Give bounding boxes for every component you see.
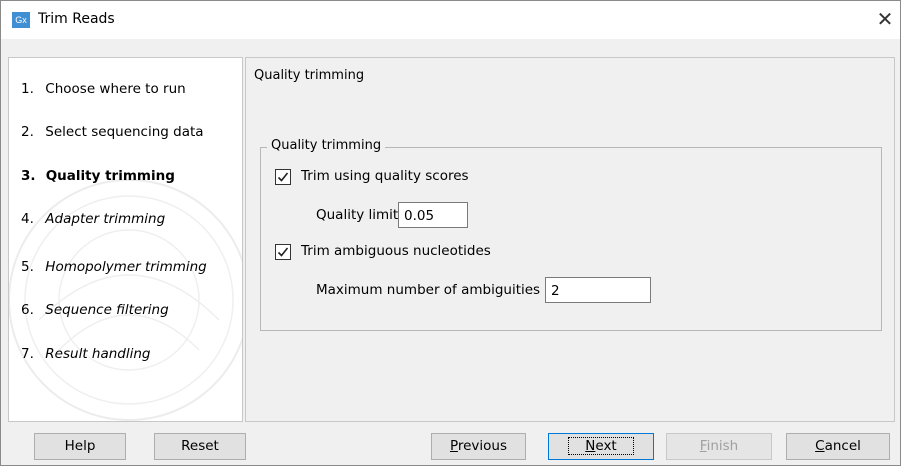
step-result-handling[interactable]: 7. Result handling xyxy=(21,346,151,362)
step-number: 1. xyxy=(21,81,34,97)
window-title: Trim Reads xyxy=(38,11,115,27)
step-homopolymer-trimming[interactable]: 5. Homopolymer trimming xyxy=(21,259,207,275)
step-number: 7. xyxy=(21,346,34,362)
step-label: Homopolymer trimming xyxy=(45,259,207,275)
next-button[interactable]: Next xyxy=(548,433,654,460)
trim-ambiguous-label[interactable]: Trim ambiguous nucleotides xyxy=(301,243,491,259)
previous-button-label: revious xyxy=(457,438,508,454)
step-label: Adapter trimming xyxy=(45,211,166,227)
previous-button[interactable]: Previous xyxy=(431,433,526,460)
checkmark-icon xyxy=(277,172,289,182)
step-adapter-trimming[interactable]: 4. Adapter trimming xyxy=(21,211,165,227)
quality-limit-label: Quality limit xyxy=(316,207,399,223)
cancel-mnemonic: C xyxy=(815,438,825,454)
step-number: 4. xyxy=(21,211,34,227)
previous-mnemonic: P xyxy=(449,438,458,454)
section-title: Quality trimming xyxy=(254,68,365,83)
cancel-button[interactable]: Cancel xyxy=(786,433,890,460)
close-icon[interactable]: ✕ xyxy=(871,5,899,33)
step-quality-trimming[interactable]: 3. Quality trimming xyxy=(21,168,175,184)
finish-mnemonic: F xyxy=(699,438,707,454)
group-title: Quality trimming xyxy=(267,138,386,153)
next-mnemonic: N xyxy=(585,438,596,454)
quality-trimming-group: Quality trimming Trim using quality scor… xyxy=(260,138,882,331)
step-label: Result handling xyxy=(45,346,151,362)
step-sequence-filtering[interactable]: 6. Sequence filtering xyxy=(21,302,169,318)
step-select-sequencing-data[interactable]: 2. Select sequencing data xyxy=(21,124,204,140)
trim-quality-checkbox[interactable] xyxy=(275,169,291,185)
trim-ambiguous-checkbox[interactable] xyxy=(275,244,291,260)
step-label: Select sequencing data xyxy=(45,124,204,140)
seal-watermark-icon xyxy=(9,179,242,421)
title-bar[interactable]: Gx Trim Reads ✕ xyxy=(1,1,900,39)
max-ambiguities-field[interactable]: 2 xyxy=(545,277,651,303)
finish-button-label: inish xyxy=(706,438,739,454)
reset-button-label: Reset xyxy=(181,438,219,454)
step-number: 3. xyxy=(21,168,36,184)
max-ambiguities-label: Maximum number of ambiguities xyxy=(316,282,541,298)
checkmark-icon xyxy=(277,247,289,257)
step-label: Choose where to run xyxy=(45,81,186,97)
help-button-label: Help xyxy=(64,438,96,454)
step-number: 5. xyxy=(21,259,34,275)
finish-button[interactable]: Finish xyxy=(666,433,772,460)
cancel-button-label: ancel xyxy=(824,438,861,454)
app-logo-icon: Gx xyxy=(12,12,30,28)
step-number: 6. xyxy=(21,302,34,318)
next-button-label: ext xyxy=(595,438,617,454)
step-number: 2. xyxy=(21,124,34,140)
step-content-panel: Quality trimming Quality trimming Trim u… xyxy=(245,57,895,422)
trim-quality-label[interactable]: Trim using quality scores xyxy=(301,168,469,184)
help-button[interactable]: Help xyxy=(34,433,126,460)
quality-limit-field[interactable]: 0.05 xyxy=(398,202,468,228)
step-choose-where-to-run[interactable]: 1. Choose where to run xyxy=(21,81,186,97)
wizard-steps-panel: 1. Choose where to run 2. Select sequenc… xyxy=(8,57,243,422)
step-label: Quality trimming xyxy=(45,168,175,184)
trim-reads-dialog: Gx Trim Reads ✕ 1. Choose where to run 2… xyxy=(0,0,901,466)
reset-button[interactable]: Reset xyxy=(154,433,246,460)
step-label: Sequence filtering xyxy=(45,302,169,318)
